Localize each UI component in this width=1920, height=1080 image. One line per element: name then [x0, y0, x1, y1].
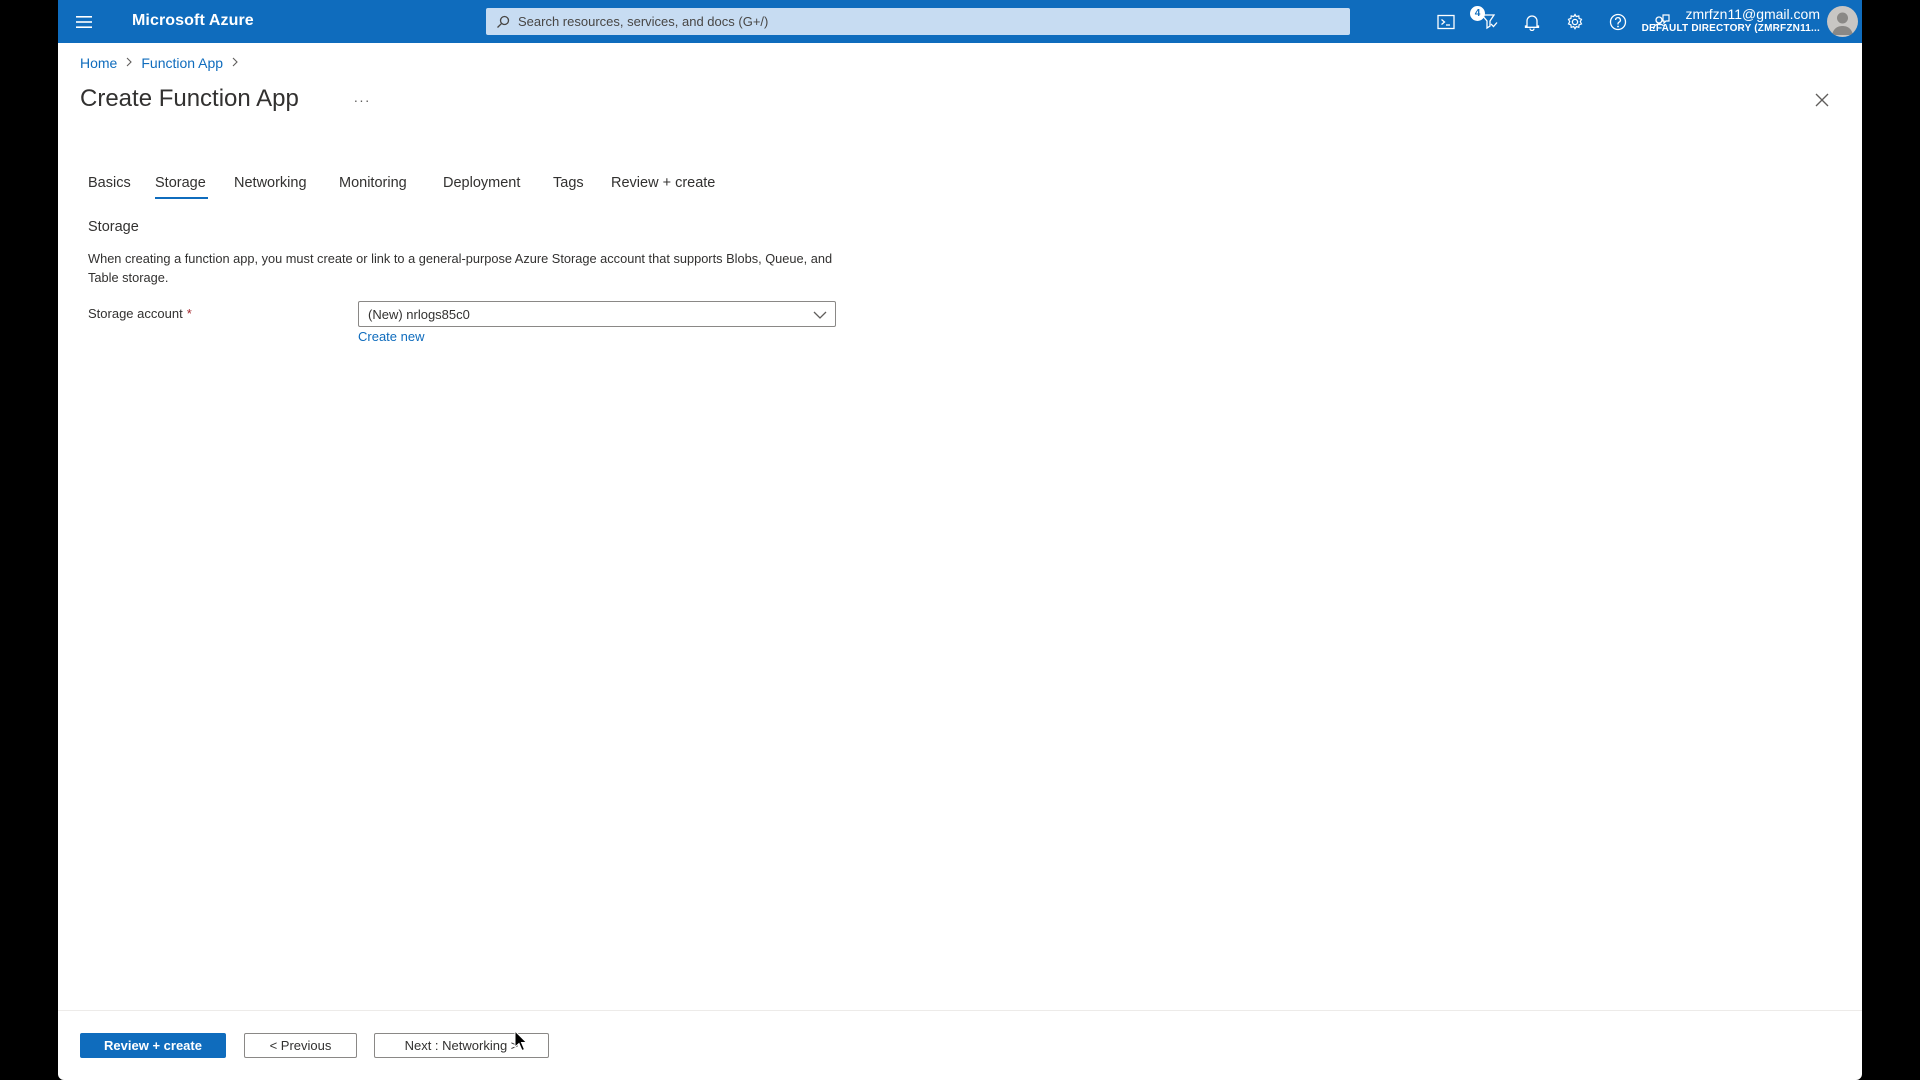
page-title: Create Function App — [80, 85, 299, 112]
breadcrumb-function-app[interactable]: Function App — [141, 55, 223, 71]
storage-account-value: (New) nrlogs85c0 — [368, 306, 470, 322]
close-icon[interactable] — [1810, 88, 1834, 112]
breadcrumb: Home Function App — [80, 55, 247, 71]
tab-networking[interactable]: Networking — [234, 175, 339, 199]
mouse-cursor-icon — [514, 1029, 528, 1057]
account-directory: DEFAULT DIRECTORY (ZMRFZN11... — [1641, 23, 1820, 34]
storage-account-label: Storage account * — [88, 306, 192, 321]
account-email: zmrfzn11@gmail.com — [1685, 6, 1820, 22]
more-options-button[interactable]: ··· — [348, 88, 376, 112]
required-marker: * — [186, 306, 192, 321]
tab-deployment[interactable]: Deployment — [443, 175, 553, 199]
brand-logo[interactable]: Microsoft Azure — [132, 12, 254, 30]
tab-review-create[interactable]: Review + create — [611, 175, 731, 199]
notification-badge: 4 — [1470, 6, 1485, 21]
help-icon[interactable] — [1606, 10, 1630, 34]
global-search[interactable] — [486, 8, 1350, 35]
tab-basics[interactable]: Basics — [88, 175, 155, 199]
previous-button[interactable]: < Previous — [244, 1033, 357, 1058]
section-description: When creating a function app, you must c… — [88, 251, 833, 285]
gear-icon[interactable] — [1563, 10, 1587, 34]
search-input[interactable] — [518, 14, 1338, 29]
bell-icon[interactable] — [1520, 10, 1544, 34]
create-new-storage-link[interactable]: Create new — [358, 329, 424, 344]
chevron-down-icon — [813, 308, 827, 323]
footer-divider — [58, 1010, 1862, 1011]
chevron-right-icon — [231, 56, 239, 70]
portal-window: Microsoft Azure 4 zmrfzn11@gmail.com DEF… — [58, 0, 1862, 1080]
review-create-button[interactable]: Review + create — [80, 1033, 226, 1058]
tab-monitoring[interactable]: Monitoring — [339, 175, 443, 199]
storage-account-dropdown[interactable]: (New) nrlogs85c0 — [358, 301, 836, 327]
menu-icon[interactable] — [72, 10, 96, 34]
section-title: Storage — [88, 219, 139, 235]
cloud-shell-icon[interactable] — [1434, 10, 1458, 34]
tab-storage[interactable]: Storage — [155, 175, 208, 199]
search-icon — [497, 15, 510, 28]
account-menu[interactable]: zmrfzn11@gmail.com DEFAULT DIRECTORY (ZM… — [1642, 6, 1820, 36]
avatar[interactable] — [1827, 6, 1858, 37]
chevron-right-icon — [125, 56, 133, 70]
breadcrumb-home[interactable]: Home — [80, 55, 117, 71]
storage-account-label-text: Storage account — [88, 306, 183, 321]
tab-tags[interactable]: Tags — [553, 175, 611, 199]
top-bar: Microsoft Azure 4 zmrfzn11@gmail.com DEF… — [58, 0, 1862, 43]
wizard-tabs: Basics Storage Networking Monitoring Dep… — [88, 175, 731, 199]
